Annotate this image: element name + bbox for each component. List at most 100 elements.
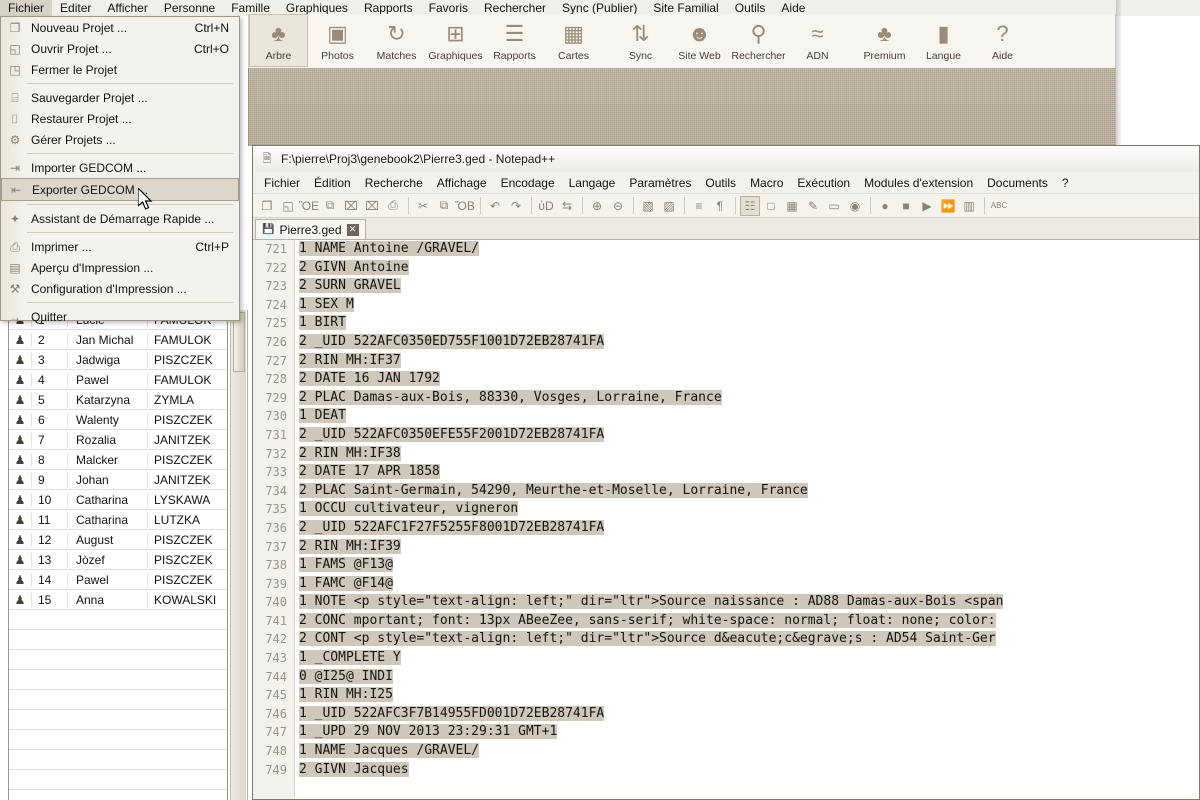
file-menu-item-fermer-le-projet[interactable]: ◳ Fermer le Projet <box>1 59 239 80</box>
notepadpp-menu-bar[interactable]: Fichier Édition Recherche Affichage Encodage… <box>253 172 1199 194</box>
npp-menu-documents[interactable]: Documents <box>980 174 1055 192</box>
copy-icon[interactable]: ⧉ <box>434 196 454 216</box>
cut-icon[interactable]: ✂ <box>413 196 433 216</box>
code-line[interactable]: 1 NAME Jacques /GRAVEL/ <box>299 742 1199 761</box>
function-list-icon[interactable]: ✎ <box>803 196 823 216</box>
person-list-panel[interactable]: ♟1LucieFAMULOK♟2Jan MichalFAMULOK♟3Jadwi… <box>0 310 248 800</box>
person-list-row-empty[interactable] <box>9 770 227 790</box>
code-line[interactable]: 2 PLAC Saint-Germain, 54290, Meurthe-et-… <box>299 482 1199 501</box>
print-icon[interactable]: ⎙ <box>383 196 403 216</box>
npp-menu-ex-cution[interactable]: Exécution <box>790 174 857 192</box>
code-line[interactable]: 1 RIN MH:I25 <box>299 686 1199 705</box>
code-line[interactable]: 2 RIN MH:IF38 <box>299 445 1199 464</box>
notepadpp-window[interactable]: 🗎 F:\pierre\Proj3\genebook2\Pierre3.ged … <box>252 145 1200 800</box>
notepadpp-toolbar[interactable]: ❐ ◱ ὋE ⧉ ⌧ ⌧ ⎙ ✂ ⧉ ὌB ↶ ↷ ὐD ⇆ ⊕ ⊖ ▧ ▨ ≡ ¶ ☷ □ ▦ ✎ ▭ ◉ ● ■ ▶ ⏩ ▥ ABC <box>253 194 1199 218</box>
person-list-row-empty[interactable] <box>9 730 227 750</box>
new-file-icon[interactable]: ❐ <box>257 196 277 216</box>
npp-menu-recherche[interactable]: Recherche <box>358 174 430 192</box>
toolbar-button-site-web[interactable]: ☻ Site Web <box>670 14 729 67</box>
code-line[interactable]: 2 RIN MH:IF39 <box>299 538 1199 557</box>
file-menu-popup[interactable]: ❐ Nouveau Projet ... Ctrl+N ◱ Ouvrir Projet … <box>0 16 240 324</box>
person-list-scrollbar[interactable] <box>230 310 246 800</box>
macro-save-icon[interactable]: ▥ <box>959 196 979 216</box>
person-list-row[interactable]: ♟ 12 August PISZCZEK <box>9 530 227 550</box>
toolbar-button-cartes[interactable]: ▦ Cartes <box>544 14 603 67</box>
app-menu-editer[interactable]: Editer <box>52 0 99 16</box>
file-menu-item-imprimer[interactable]: ⎙ Imprimer ... Ctrl+P <box>1 236 239 257</box>
macro-stop-icon[interactable]: ■ <box>896 196 916 216</box>
code-line[interactable]: 1 OCCU cultivateur, vigneron <box>299 500 1199 519</box>
app-toolbar[interactable]: ♣ Arbre ▣ Photos ↻ Matches ⊞ Graphiques ☰ Rapport… <box>248 14 1116 69</box>
file-menu-item-restaurer-projet[interactable]: ⌷ Restaurer Projet ... <box>1 108 239 129</box>
code-line[interactable]: 2 GIVN Antoine <box>299 259 1199 278</box>
code-line[interactable]: 2 CONT <p style="text-align: left;" dir=… <box>299 630 1199 649</box>
person-list-row-empty[interactable] <box>9 650 227 670</box>
npp-menu-param-tres[interactable]: Paramètres <box>622 174 698 192</box>
file-menu-items[interactable]: ❐ Nouveau Projet ... Ctrl+N ◱ Ouvrir Projet … <box>1 17 239 327</box>
code-line[interactable]: 1 DEAT <box>299 407 1199 426</box>
file-menu-item-nouveau-projet[interactable]: ❐ Nouveau Projet ... Ctrl+N <box>1 17 239 38</box>
code-line[interactable]: 1 _UPD 29 NOV 2013 23:29:31 GMT+1 <box>299 723 1199 742</box>
monitoring-icon[interactable]: ◉ <box>845 196 865 216</box>
code-line[interactable]: 1 FAMC @F14@ <box>299 575 1199 594</box>
spellcheck-icon[interactable]: ABC <box>989 196 1009 216</box>
paste-icon[interactable]: ὌB <box>455 196 475 216</box>
code-line[interactable]: 1 SEX M <box>299 296 1199 315</box>
file-menu-item-exporter-gedcom[interactable]: ⇤ Exporter GEDCOM ... <box>1 178 239 201</box>
code-line[interactable]: 1 BIRT <box>299 314 1199 333</box>
toolbar-button-graphiques[interactable]: ⊞ Graphiques <box>426 14 485 67</box>
close-file-icon[interactable]: ⌧ <box>341 196 361 216</box>
show-all-chars-icon[interactable]: ¶ <box>710 196 730 216</box>
person-list-row[interactable]: ♟ 3 Jadwiga PISZCZEK <box>9 350 227 370</box>
code-line[interactable]: 2 _UID 522AFC0350ED755F1001D72EB28741FA <box>299 333 1199 352</box>
zoom-in-icon[interactable]: ⊕ <box>587 196 607 216</box>
file-menu-item-configuration-d-impression[interactable]: ⚒ Configuration d'Impression ... <box>1 278 239 299</box>
code-line[interactable]: 1 FAMS @F13@ <box>299 556 1199 575</box>
person-list-row-empty[interactable] <box>9 630 227 650</box>
document-map-icon[interactable]: ▦ <box>782 196 802 216</box>
notepadpp-editor[interactable]: 721 722 723 724 725 726 727 728 729 730 731 732 733 7… <box>253 240 1199 799</box>
npp-menu-modules-d-extension[interactable]: Modules d'extension <box>857 174 980 192</box>
person-list-row[interactable]: ♟ 9 Johan JANITZEK <box>9 470 227 490</box>
toolbar-button-photos[interactable]: ▣ Photos <box>308 14 367 67</box>
person-list-row[interactable]: ♟ 8 Malcker PISZCZEK <box>9 450 227 470</box>
code-line[interactable]: 2 CONC mportant; font: 13px ABeeZee, san… <box>299 612 1199 631</box>
code-line[interactable]: 1 _COMPLETE Y <box>299 649 1199 668</box>
tab-pierre3-ged[interactable]: 💾 Pierre3.ged ✕ <box>255 219 366 239</box>
redo-icon[interactable]: ↷ <box>506 196 526 216</box>
toolbar-button-arbre[interactable]: ♣ Arbre <box>249 14 308 67</box>
indent-guide-icon[interactable]: ☷ <box>740 195 760 216</box>
person-list-row[interactable]: ♟ 13 Jòzef PISZCZEK <box>9 550 227 570</box>
toolbar-button-langue[interactable]: ▮ Langue <box>914 14 973 67</box>
npp-menu-outils[interactable]: Outils <box>698 174 743 192</box>
file-menu-item-importer-gedcom[interactable]: ⇥ Importer GEDCOM ... <box>1 157 239 178</box>
person-list-row[interactable]: ♟ 5 Katarzyna ZYMLA <box>9 390 227 410</box>
save-icon[interactable]: ὋE <box>299 196 319 216</box>
sync-scroll-v-icon[interactable]: ▧ <box>638 196 658 216</box>
word-wrap-icon[interactable]: ≡ <box>689 196 709 216</box>
person-list-row[interactable]: ♟ 4 Pawel FAMULOK <box>9 370 227 390</box>
open-file-icon[interactable]: ◱ <box>278 196 298 216</box>
app-menu-fichier[interactable]: Fichier <box>0 0 53 16</box>
code-line[interactable]: 2 GIVN Jacques <box>299 761 1199 780</box>
code-line[interactable]: 2 _UID 522AFC0350EFE55F2001D72EB28741FA <box>299 426 1199 445</box>
npp-menu-encodage[interactable]: Encodage <box>494 174 562 192</box>
close-all-icon[interactable]: ⌧ <box>362 196 382 216</box>
toolbar-button-sync[interactable]: ⇅ Sync <box>611 14 670 67</box>
app-menu-personne[interactable]: Personne <box>156 0 223 16</box>
toolbar-button-aide[interactable]: ? Aide <box>973 14 1032 67</box>
notepadpp-tab-bar[interactable]: 💾 Pierre3.ged ✕ <box>253 218 1199 240</box>
toolbar-button-rechercher[interactable]: ⚲ Rechercher <box>729 14 788 67</box>
code-line[interactable]: 2 SURN GRAVEL <box>299 277 1199 296</box>
code-line[interactable]: 2 DATE 17 APR 1858 <box>299 463 1199 482</box>
sync-scroll-h-icon[interactable]: ▨ <box>659 196 679 216</box>
file-menu-item-ouvrir-projet[interactable]: ◱ Ouvrir Projet ... Ctrl+O <box>1 38 239 59</box>
npp-menu-[interactable]: ? <box>1055 174 1076 192</box>
person-list-row[interactable]: ♟ 10 Catharina LYSKAWA <box>9 490 227 510</box>
macro-play-icon[interactable]: ▶ <box>917 196 937 216</box>
npp-menu-macro[interactable]: Macro <box>743 174 790 192</box>
toolbar-button-rapports[interactable]: ☰ Rapports <box>485 14 544 67</box>
npp-menu-langage[interactable]: Langage <box>562 174 623 192</box>
code-area[interactable]: 1 NAME Antoine /GRAVEL/2 GIVN Antoine 2 S… <box>299 240 1199 799</box>
person-list-row[interactable]: ♟ 2 Jan Michal FAMULOK <box>9 330 227 350</box>
